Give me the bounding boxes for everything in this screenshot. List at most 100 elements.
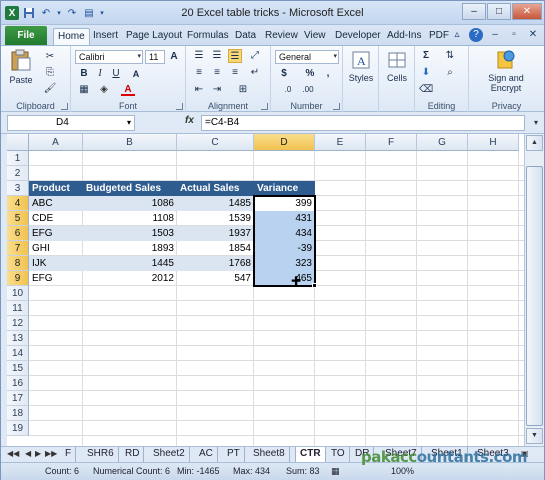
- align-right-icon[interactable]: ≡: [228, 66, 242, 80]
- minimize-button[interactable]: –: [462, 3, 486, 20]
- normal-view-icon[interactable]: ▦: [331, 466, 340, 477]
- status-zoom[interactable]: 100%: [391, 466, 414, 476]
- row-header-3[interactable]: 3: [7, 181, 29, 196]
- sort-filter-icon[interactable]: ⇅: [443, 49, 457, 63]
- sheet-tab-sheet2[interactable]: Sheet2: [149, 447, 190, 462]
- cell-c9[interactable]: 547: [177, 271, 254, 286]
- cell-a6[interactable]: EFG: [29, 226, 83, 241]
- font-size-combo[interactable]: 11: [145, 50, 165, 64]
- sheet-tab-shr6[interactable]: SHR6: [83, 447, 119, 462]
- tab-review[interactable]: Review: [261, 28, 302, 45]
- cells-button[interactable]: Cells: [382, 50, 412, 83]
- center-icon[interactable]: ≡: [210, 66, 224, 80]
- sheet-tab-rd[interactable]: RD: [121, 447, 145, 462]
- row-header-18[interactable]: 18: [7, 406, 29, 421]
- cell-c7[interactable]: 1854: [177, 241, 254, 256]
- align-left-icon[interactable]: ≡: [192, 66, 206, 80]
- row-header-5[interactable]: 5: [7, 211, 29, 226]
- help-icon[interactable]: ?: [469, 28, 483, 42]
- maximize-button[interactable]: □: [487, 3, 511, 20]
- column-header-d[interactable]: D: [254, 134, 315, 151]
- row-header-15[interactable]: 15: [7, 361, 29, 376]
- row-header-6[interactable]: 6: [7, 226, 29, 241]
- bold-button[interactable]: B: [77, 67, 91, 81]
- sheet-tab-sheet8[interactable]: Sheet8: [249, 447, 290, 462]
- number-launcher[interactable]: [333, 103, 340, 110]
- scroll-down-icon[interactable]: ▼: [526, 428, 543, 444]
- cell-a7[interactable]: GHI: [29, 241, 83, 256]
- table-header-actual[interactable]: Actual Sales: [177, 181, 254, 196]
- table-header-product[interactable]: Product: [29, 181, 83, 196]
- increase-indent-icon[interactable]: ⇥: [210, 83, 224, 97]
- cell-b9[interactable]: 2012: [83, 271, 177, 286]
- name-box[interactable]: D4 ▾: [7, 115, 135, 131]
- table-header-budgeted[interactable]: Budgeted Sales: [83, 181, 177, 196]
- cell-a5[interactable]: CDE: [29, 211, 83, 226]
- tab-page-layout[interactable]: Page Layout: [122, 28, 186, 45]
- sheet-tab-pt[interactable]: PT: [223, 447, 245, 462]
- bottom-align-icon[interactable]: ☰: [228, 49, 242, 63]
- row-header-19[interactable]: 19: [7, 421, 29, 436]
- row-header-14[interactable]: 14: [7, 346, 29, 361]
- insert-function-button[interactable]: fx: [185, 115, 194, 126]
- borders-icon[interactable]: ▦: [77, 83, 91, 97]
- comma-button[interactable]: ,: [321, 67, 335, 81]
- fill-color-icon[interactable]: ◈: [97, 83, 111, 97]
- first-sheet-icon[interactable]: ◀◀: [7, 449, 19, 458]
- row-header-1[interactable]: 1: [7, 151, 29, 166]
- ribbon-minimize-icon[interactable]: ▵: [450, 28, 464, 42]
- row-header-16[interactable]: 16: [7, 376, 29, 391]
- worksheet-grid[interactable]: A B C D E F G H 1 2 3 4 5 6 7 8 9 10 11 12 13 14 15 16 1…: [7, 134, 524, 446]
- row-header-11[interactable]: 11: [7, 301, 29, 316]
- styles-button[interactable]: A Styles: [346, 50, 376, 83]
- row-header-7[interactable]: 7: [7, 241, 29, 256]
- cell-b8[interactable]: 1445: [83, 256, 177, 271]
- cell-a4[interactable]: ABC: [29, 196, 83, 211]
- sheet-tab-to[interactable]: TO: [327, 447, 350, 462]
- column-header-c[interactable]: C: [177, 134, 254, 151]
- format-painter-icon[interactable]: 🖌: [43, 82, 57, 96]
- cell-c8[interactable]: 1768: [177, 256, 254, 271]
- italic-button[interactable]: I: [93, 67, 107, 81]
- cell-a9[interactable]: EFG: [29, 271, 83, 286]
- fill-handle[interactable]: [312, 283, 317, 288]
- prev-sheet-icon[interactable]: ◀: [25, 449, 31, 458]
- cell-b6[interactable]: 1503: [83, 226, 177, 241]
- decrease-decimal-icon[interactable]: .00: [301, 83, 315, 97]
- currency-button[interactable]: $: [277, 67, 291, 81]
- row-header-4[interactable]: 4: [7, 196, 29, 211]
- scroll-up-icon[interactable]: ▲: [526, 135, 543, 151]
- formula-input[interactable]: =C4-B4: [201, 115, 525, 131]
- clear-icon[interactable]: ⌫: [419, 83, 433, 97]
- clipboard-launcher[interactable]: [61, 103, 68, 110]
- top-align-icon[interactable]: ☰: [192, 49, 206, 63]
- cell-c6[interactable]: 1937: [177, 226, 254, 241]
- tab-home[interactable]: Home: [53, 28, 90, 45]
- row-header-2[interactable]: 2: [7, 166, 29, 181]
- sheet-tab-f[interactable]: F: [61, 447, 77, 462]
- sheet-tab-ac[interactable]: AC: [195, 447, 218, 462]
- tab-formulas[interactable]: Formulas: [183, 28, 233, 45]
- font-launcher[interactable]: [176, 103, 183, 110]
- column-header-f[interactable]: F: [366, 134, 417, 151]
- tab-developer[interactable]: Developer: [331, 28, 385, 45]
- orientation-icon[interactable]: ⤢: [248, 49, 262, 63]
- row-header-10[interactable]: 10: [7, 286, 29, 301]
- number-format-combo[interactable]: General ▾: [275, 50, 339, 64]
- row-header-13[interactable]: 13: [7, 331, 29, 346]
- sheet-tab-ctr[interactable]: CTR: [295, 447, 326, 462]
- tab-insert[interactable]: Insert: [89, 28, 122, 45]
- alignment-launcher[interactable]: [261, 103, 268, 110]
- copy-icon[interactable]: ⎘: [43, 66, 57, 80]
- column-header-a[interactable]: A: [29, 134, 83, 151]
- cell-c5[interactable]: 1539: [177, 211, 254, 226]
- row-header-9[interactable]: 9: [7, 271, 29, 286]
- wrap-text-icon[interactable]: ↵: [248, 66, 262, 80]
- next-sheet-icon[interactable]: ▶: [35, 449, 41, 458]
- cell-c4[interactable]: 1485: [177, 196, 254, 211]
- table-header-variance[interactable]: Variance: [254, 181, 315, 196]
- doc-restore-icon[interactable]: ▫: [507, 28, 521, 42]
- column-header-e[interactable]: E: [315, 134, 366, 151]
- cell-b5[interactable]: 1108: [83, 211, 177, 226]
- fill-icon[interactable]: ⬇: [419, 66, 433, 80]
